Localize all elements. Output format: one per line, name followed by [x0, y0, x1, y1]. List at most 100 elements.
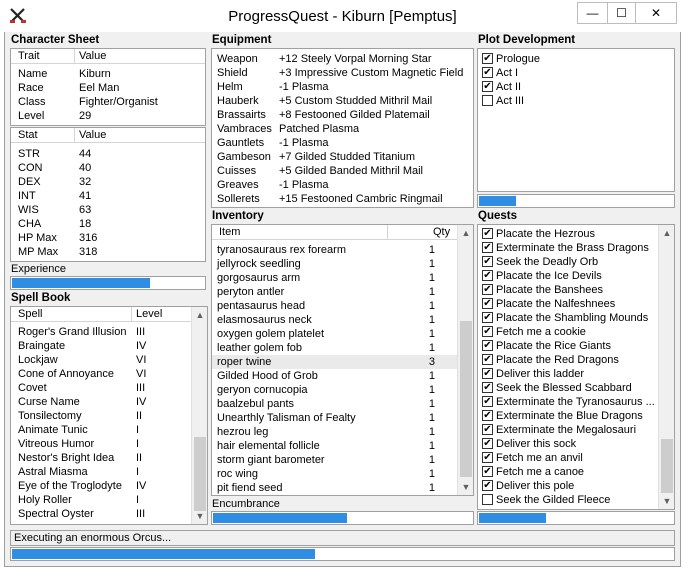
level-column-header[interactable]: Level — [136, 308, 162, 320]
scroll-thumb[interactable] — [661, 439, 673, 493]
checkbox-checked-icon[interactable]: ✔ — [482, 53, 493, 64]
stat-row[interactable]: INT 41 — [11, 189, 205, 203]
quest-item[interactable]: ✔ Exterminate the Tyranosaurus ... — [482, 395, 657, 409]
spell-row[interactable]: Covet III — [11, 381, 191, 395]
inventory-row[interactable]: storm giant barometer 1 — [212, 453, 457, 467]
inventory-row[interactable]: pentasaurus head 1 — [212, 299, 457, 313]
quest-item[interactable]: ✔ Placate the Ice Devils — [482, 269, 657, 283]
quest-item[interactable]: ✔ Placate the Red Dragons — [482, 353, 657, 367]
inventory-row[interactable]: hezrou leg 1 — [212, 425, 457, 439]
quest-item[interactable]: ✔ Placate the Nalfeshnees — [482, 297, 657, 311]
spell-row[interactable]: Eye of the Troglodyte IV — [11, 479, 191, 493]
inventory-scrollbar[interactable]: ▲ ▼ — [457, 225, 473, 495]
quest-item[interactable]: ✔ Placate the Hezrous — [482, 227, 657, 241]
inventory-row[interactable]: oxygen golem platelet 1 — [212, 327, 457, 341]
spell-row[interactable]: Curse Name IV — [11, 395, 191, 409]
stat-row[interactable]: CHA 18 — [11, 217, 205, 231]
spell-row[interactable]: Animate Tunic I — [11, 423, 191, 437]
checkbox-checked-icon[interactable]: ✔ — [482, 396, 493, 407]
quest-item[interactable]: ✔ Placate the Banshees — [482, 283, 657, 297]
spell-column-header[interactable]: Spell — [18, 308, 42, 320]
inventory-row[interactable]: elasmosaurus neck 1 — [212, 313, 457, 327]
equipment-row[interactable]: Vambraces Patched Plasma — [212, 122, 473, 136]
stat-row[interactable]: CON 40 — [11, 161, 205, 175]
checkbox-checked-icon[interactable]: ✔ — [482, 340, 493, 351]
spell-row[interactable]: Lockjaw VI — [11, 353, 191, 367]
trait-row[interactable]: Race Eel Man — [11, 81, 205, 95]
checkbox-checked-icon[interactable]: ✔ — [482, 242, 493, 253]
plot-act[interactable]: ✔ Prologue — [482, 52, 657, 66]
inventory-row[interactable]: hair elemental follicle 1 — [212, 439, 457, 453]
spell-row[interactable]: Astral Miasma I — [11, 465, 191, 479]
scroll-down-icon[interactable]: ▼ — [458, 479, 474, 495]
plot-act[interactable]: ✔ Act I — [482, 66, 657, 80]
checkbox-checked-icon[interactable]: ✔ — [482, 424, 493, 435]
inventory-row[interactable]: jellyrock seedling 1 — [212, 257, 457, 271]
quest-item[interactable]: ✔ Seek the Deadly Orb — [482, 255, 657, 269]
stat-row[interactable]: STR 44 — [11, 147, 205, 161]
checkbox-checked-icon[interactable]: ✔ — [482, 67, 493, 78]
checkbox-unchecked-icon[interactable] — [482, 494, 493, 505]
qty-column-header[interactable]: Qty — [433, 226, 450, 238]
spell-row[interactable]: Cone of Annoyance VI — [11, 367, 191, 381]
value-column-header[interactable]: Value — [79, 50, 106, 62]
checkbox-checked-icon[interactable]: ✔ — [482, 312, 493, 323]
equipment-row[interactable]: Sollerets +15 Festooned Cambric Ringmail — [212, 192, 473, 206]
checkbox-checked-icon[interactable]: ✔ — [482, 368, 493, 379]
inventory-row[interactable]: geryon cornucopia 1 — [212, 383, 457, 397]
checkbox-checked-icon[interactable]: ✔ — [482, 81, 493, 92]
quest-item[interactable]: ✔ Exterminate the Brass Dragons — [482, 241, 657, 255]
inventory-row[interactable]: pit fiend seed 1 — [212, 481, 457, 495]
inventory-row[interactable]: roc wing 1 — [212, 467, 457, 481]
spell-row[interactable]: Tonsilectomy II — [11, 409, 191, 423]
scroll-up-icon[interactable]: ▲ — [192, 307, 208, 323]
stat-row[interactable]: WIS 63 — [11, 203, 205, 217]
equipment-row[interactable]: Brassairts +8 Festooned Gilded Platemail — [212, 108, 473, 122]
equipment-row[interactable]: Greaves -1 Plasma — [212, 178, 473, 192]
checkbox-checked-icon[interactable]: ✔ — [482, 452, 493, 463]
spell-row[interactable]: Holy Roller I — [11, 493, 191, 507]
checkbox-checked-icon[interactable]: ✔ — [482, 256, 493, 267]
quests-scrollbar[interactable]: ▲ ▼ — [658, 225, 674, 509]
inventory-row[interactable]: peryton antler 1 — [212, 285, 457, 299]
trait-column-header[interactable]: Trait — [18, 50, 40, 62]
equipment-row[interactable]: Helm -1 Plasma — [212, 80, 473, 94]
checkbox-checked-icon[interactable]: ✔ — [482, 354, 493, 365]
inventory-row[interactable]: tyranosauraus rex forearm 1 — [212, 243, 457, 257]
scroll-thumb[interactable] — [194, 437, 206, 511]
plot-act[interactable]: ✔ Act II — [482, 80, 657, 94]
quest-item[interactable]: ✔ Fetch me a cookie — [482, 325, 657, 339]
inventory-row[interactable]: baalzebul pants 1 — [212, 397, 457, 411]
checkbox-checked-icon[interactable]: ✔ — [482, 228, 493, 239]
scroll-up-icon[interactable]: ▲ — [659, 225, 675, 241]
checkbox-checked-icon[interactable]: ✔ — [482, 410, 493, 421]
inventory-row[interactable]: gorgosaurus arm 1 — [212, 271, 457, 285]
spell-book-scrollbar[interactable]: ▲ ▼ — [191, 307, 207, 524]
quest-item[interactable]: ✔ Exterminate the Megalosauri — [482, 423, 657, 437]
quest-item[interactable]: ✔ Placate the Rice Giants — [482, 339, 657, 353]
equipment-row[interactable]: Gauntlets -1 Plasma — [212, 136, 473, 150]
scroll-down-icon[interactable]: ▼ — [192, 508, 208, 524]
stat-row[interactable]: HP Max 316 — [11, 231, 205, 245]
spell-row[interactable]: Spectral Oyster III — [11, 507, 191, 521]
equipment-row[interactable]: Gambeson +7 Gilded Studded Titanium — [212, 150, 473, 164]
equipment-row[interactable]: Weapon +12 Steely Vorpal Morning Star — [212, 52, 473, 66]
quest-item[interactable]: ✔ Fetch me a canoe — [482, 465, 657, 479]
quest-item[interactable]: ✔ Placate the Shambling Mounds — [482, 311, 657, 325]
quest-item[interactable]: ✔ Exterminate the Blue Dragons — [482, 409, 657, 423]
item-column-header[interactable]: Item — [219, 226, 240, 238]
checkbox-checked-icon[interactable]: ✔ — [482, 466, 493, 477]
quest-item[interactable]: ✔ Fetch me an anvil — [482, 451, 657, 465]
inventory-row[interactable]: roper twine 3 — [212, 355, 457, 369]
checkbox-checked-icon[interactable]: ✔ — [482, 326, 493, 337]
spell-row[interactable]: Braingate IV — [11, 339, 191, 353]
quest-item[interactable]: ✔ Deliver this pole — [482, 479, 657, 493]
close-button[interactable]: ✕ — [635, 2, 677, 24]
checkbox-checked-icon[interactable]: ✔ — [482, 284, 493, 295]
trait-row[interactable]: Level 29 — [11, 109, 205, 123]
quest-item[interactable]: ✔ Deliver this ladder — [482, 367, 657, 381]
scroll-thumb[interactable] — [460, 321, 472, 477]
checkbox-checked-icon[interactable]: ✔ — [482, 438, 493, 449]
spell-row[interactable]: Vitreous Humor I — [11, 437, 191, 451]
scroll-up-icon[interactable]: ▲ — [458, 225, 474, 241]
